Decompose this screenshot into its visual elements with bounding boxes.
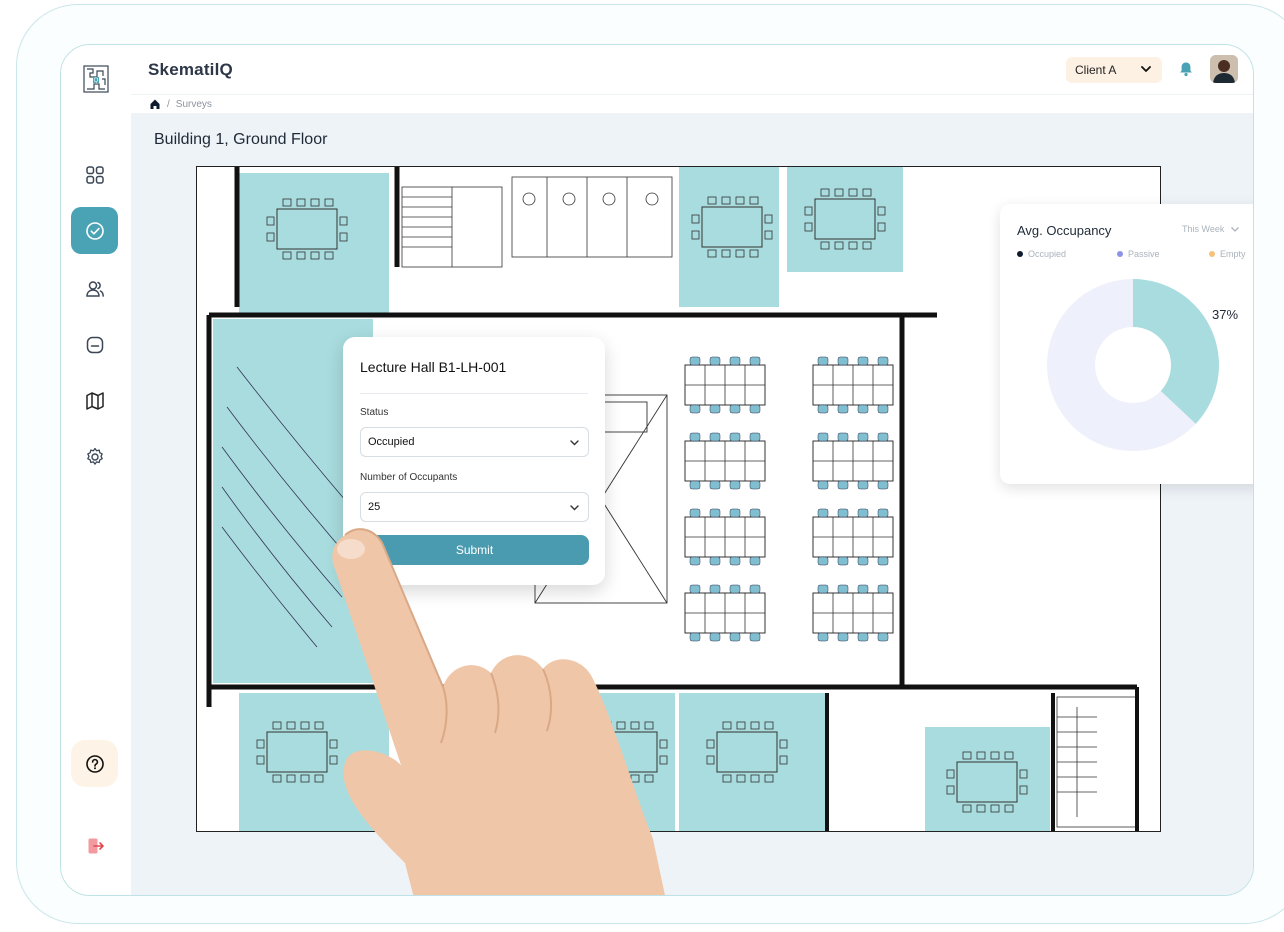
legend-dot bbox=[1117, 251, 1123, 257]
logout-button[interactable] bbox=[84, 835, 106, 857]
legend-label: Empty bbox=[1220, 249, 1246, 259]
occupants-select[interactable]: 25 bbox=[360, 492, 589, 522]
users-icon bbox=[85, 280, 104, 297]
occupants-label: Number of Occupants bbox=[360, 472, 458, 483]
breadcrumb-surveys[interactable]: Surveys bbox=[176, 99, 212, 110]
period-value: This Week bbox=[1182, 224, 1225, 234]
legend-dot bbox=[1209, 251, 1215, 257]
notification-bell[interactable] bbox=[1177, 60, 1195, 78]
folder-icon bbox=[86, 336, 103, 353]
app-screen: Q SkematilQ Client A / Surveys Building … bbox=[60, 44, 1254, 896]
nav-settings[interactable] bbox=[71, 433, 118, 480]
status-value: Occupied bbox=[368, 436, 415, 448]
nav-dashboard[interactable] bbox=[71, 151, 118, 198]
page-title: Building 1, Ground Floor bbox=[154, 131, 328, 148]
user-avatar[interactable] bbox=[1210, 55, 1238, 83]
submit-button[interactable]: Submit bbox=[360, 535, 589, 565]
period-select[interactable]: This Week bbox=[1182, 224, 1240, 234]
legend-dot bbox=[1017, 251, 1023, 257]
nav-surveys[interactable] bbox=[71, 207, 118, 254]
app-title: SkematilQ bbox=[148, 60, 233, 79]
donut-hole bbox=[1095, 327, 1171, 403]
top-header: SkematilQ Client A bbox=[131, 45, 1253, 95]
app-logo: Q bbox=[83, 65, 109, 93]
breadcrumb: / Surveys bbox=[149, 98, 212, 110]
room-survey-card: Lecture Hall B1-LH-001 Status Occupied N… bbox=[343, 337, 605, 585]
check-circle-icon bbox=[85, 221, 104, 240]
chevron-down-icon bbox=[1231, 227, 1240, 232]
nav-map[interactable] bbox=[71, 377, 118, 424]
occupancy-donut bbox=[1047, 279, 1219, 451]
gear-icon bbox=[86, 447, 103, 465]
legend-passive: Passive bbox=[1117, 249, 1160, 259]
legend-label: Occupied bbox=[1028, 249, 1067, 259]
legend-empty: Empty bbox=[1209, 249, 1246, 259]
widget-title: Avg. Occupancy bbox=[1017, 223, 1112, 238]
status-label: Status bbox=[360, 407, 389, 418]
status-select[interactable]: Occupied bbox=[360, 427, 589, 457]
nav-files[interactable] bbox=[71, 321, 118, 368]
question-icon bbox=[85, 754, 104, 773]
chevron-down-icon bbox=[1141, 66, 1151, 72]
bell-icon bbox=[1180, 62, 1192, 77]
occupants-value: 25 bbox=[368, 501, 381, 513]
room-title: Lecture Hall B1-LH-001 bbox=[360, 359, 507, 375]
logout-icon bbox=[88, 838, 104, 854]
svg-text:Q: Q bbox=[94, 78, 99, 84]
occupancy-widget: Avg. Occupancy This Week Occupied Passiv… bbox=[1000, 204, 1253, 484]
sidebar: Q bbox=[61, 45, 131, 895]
legend-label: Passive bbox=[1128, 249, 1160, 259]
grid-icon bbox=[85, 165, 104, 184]
main-content: Building 1, Ground Floor Lecture Hall B1… bbox=[131, 113, 1253, 895]
client-select-value: Client A bbox=[1075, 63, 1117, 77]
home-icon[interactable] bbox=[149, 98, 161, 110]
help-button[interactable] bbox=[71, 740, 118, 787]
divider bbox=[360, 393, 588, 394]
chevron-down-icon bbox=[570, 505, 579, 511]
legend-occupied: Occupied bbox=[1017, 249, 1066, 259]
occupancy-percent-label: 37% bbox=[1212, 307, 1239, 322]
chevron-down-icon bbox=[570, 440, 579, 446]
client-select[interactable]: Client A bbox=[1066, 57, 1162, 83]
nav-users[interactable] bbox=[71, 265, 118, 312]
map-icon bbox=[85, 391, 104, 410]
